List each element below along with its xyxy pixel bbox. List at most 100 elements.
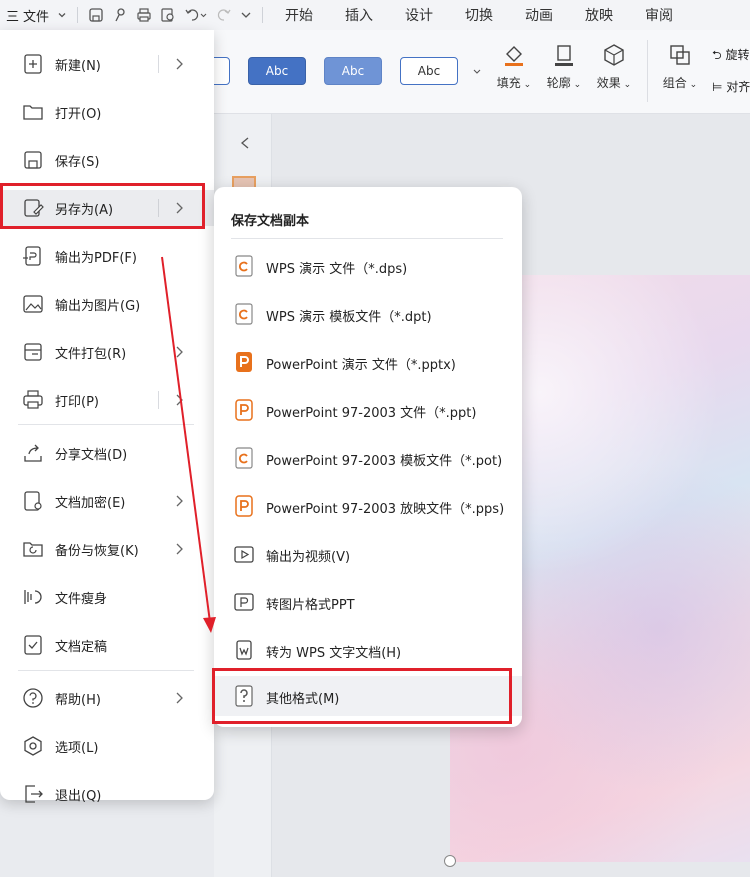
chevron-down-icon[interactable] xyxy=(473,68,481,76)
submenu-title: 保存文档副本 xyxy=(231,214,310,229)
menu-item-label: 帮助(H) xyxy=(55,692,101,708)
menu-item-options[interactable]: 选项(L) xyxy=(0,728,214,764)
submenu-item-label: WPS 演示 文件（*.dps) xyxy=(266,262,408,277)
outline-icon xyxy=(555,45,573,66)
menu-item-open[interactable]: 打开(O) xyxy=(0,94,214,130)
highlight-other-formats xyxy=(212,668,512,724)
menu-item-label: 文档定稿 xyxy=(55,639,108,655)
shape-style-option[interactable]: Abc xyxy=(324,57,382,85)
encrypt-icon xyxy=(24,491,42,511)
tab-transition[interactable]: 切换 xyxy=(449,5,509,25)
group-button[interactable]: 组合 ⌄ xyxy=(656,42,704,91)
submenu-item-label: PowerPoint 97-2003 文件（*.ppt) xyxy=(266,406,477,421)
chevron-right-icon xyxy=(176,692,183,704)
menu-item-help[interactable]: 帮助(H) xyxy=(0,680,214,716)
package-icon xyxy=(24,343,42,361)
outline-label: 轮廓 xyxy=(546,76,571,90)
menu-item-share[interactable]: 分享文档(D) xyxy=(0,435,214,471)
export-image-icon xyxy=(23,295,43,313)
save-as-ppt[interactable]: PowerPoint 97-2003 文件（*.ppt) xyxy=(214,390,522,430)
menu-item-finalize[interactable]: 文档定稿 xyxy=(0,627,214,663)
chevron-right-icon xyxy=(176,394,183,406)
pot-icon xyxy=(235,447,253,469)
share-icon xyxy=(24,444,42,462)
print-quick-button[interactable] xyxy=(132,0,156,30)
collapse-pane-icon[interactable] xyxy=(240,136,250,150)
menu-item-label: 退出(Q) xyxy=(55,788,102,804)
save-icon xyxy=(24,151,42,169)
save-as-pot[interactable]: PowerPoint 97-2003 模板文件（*.pot) xyxy=(214,438,522,478)
menu-item-save[interactable]: 保存(S) xyxy=(0,142,214,178)
submenu-item-label: PowerPoint 97-2003 放映文件（*.pps) xyxy=(266,502,505,517)
chevron-right-icon xyxy=(176,495,183,507)
format-painter-button[interactable] xyxy=(108,0,132,30)
save-as-pps[interactable]: PowerPoint 97-2003 放映文件（*.pps) xyxy=(214,486,522,526)
menu-item-label: 新建(N) xyxy=(55,58,101,74)
help-icon xyxy=(23,688,43,708)
menu-item-exit[interactable]: 退出(Q) xyxy=(0,776,214,812)
new-file-icon xyxy=(24,54,42,74)
save-quick-button[interactable] xyxy=(84,0,108,30)
print-icon xyxy=(137,8,151,22)
align-button[interactable]: ⊨ 对齐 xyxy=(712,78,750,95)
menu-item-label: 打印(P) xyxy=(55,394,99,410)
menu-item-new[interactable]: 新建(N) xyxy=(0,46,214,82)
folder-open-icon xyxy=(23,105,43,120)
ppt-icon xyxy=(235,399,253,421)
shape-style-option[interactable]: Abc xyxy=(400,57,458,85)
save-as-dpt[interactable]: WPS 演示 模板文件（*.dpt) xyxy=(214,294,522,334)
undo-icon xyxy=(185,9,207,21)
menu-item-export-image[interactable]: 输出为图片(G) xyxy=(0,286,214,322)
save-as-dps[interactable]: WPS 演示 文件（*.dps) xyxy=(214,246,522,286)
tab-design[interactable]: 设计 xyxy=(389,5,449,25)
effect-button[interactable]: 效果 ⌄ xyxy=(590,42,638,91)
shape-style-option[interactable]: Abc xyxy=(248,57,306,85)
effect-label: 效果 xyxy=(596,76,621,90)
fill-button[interactable]: 填充 ⌄ xyxy=(490,42,538,91)
convert-image-ppt[interactable]: 转图片格式PPT xyxy=(214,582,522,622)
print-preview-button[interactable] xyxy=(156,0,180,30)
to-wps-doc-icon xyxy=(236,640,252,660)
submenu-item-label: 转为 WPS 文字文档(H) xyxy=(266,646,402,661)
chevron-down-icon xyxy=(241,12,251,18)
export-video[interactable]: 输出为视频(V) xyxy=(214,534,522,574)
ribbon-panel: Abc Abc Abc 填充 ⌄ 轮廓 ⌄ 效果 ⌄ 组合 ⌄ ⮌ 旋转 ⊨ 对… xyxy=(190,30,750,114)
slim-icon xyxy=(24,590,42,604)
export-pdf-icon xyxy=(23,246,41,266)
save-as-submenu: 保存文档副本 WPS 演示 文件（*.dps) WPS 演示 模板文件（*.dp… xyxy=(214,187,522,727)
tab-slideshow[interactable]: 放映 xyxy=(569,5,629,25)
menu-item-label: 备份与恢复(K) xyxy=(55,543,139,559)
convert-wps-doc[interactable]: 转为 WPS 文字文档(H) xyxy=(214,630,522,670)
menu-item-export-pdf[interactable]: 输出为PDF(F) xyxy=(0,238,214,274)
wps-dpt-icon xyxy=(235,303,253,325)
resize-handle[interactable] xyxy=(444,855,456,867)
menu-item-label: 输出为图片(G) xyxy=(55,298,141,314)
menu-item-print[interactable]: 打印(P) xyxy=(0,382,214,418)
submenu-item-label: 输出为视频(V) xyxy=(266,550,351,565)
save-as-pptx[interactable]: PowerPoint 演示 文件（*.pptx) xyxy=(214,342,522,382)
menu-item-package[interactable]: 文件打包(R) xyxy=(0,334,214,370)
menu-item-label: 分享文档(D) xyxy=(55,447,128,463)
redo-button[interactable] xyxy=(212,0,236,30)
fill-bucket-icon xyxy=(505,46,523,66)
outline-button[interactable]: 轮廓 ⌄ xyxy=(540,42,588,91)
menu-item-label: 文档加密(E) xyxy=(55,495,126,511)
undo-button[interactable] xyxy=(180,0,212,30)
more-quick-button[interactable] xyxy=(236,0,256,30)
tab-insert[interactable]: 插入 xyxy=(329,5,389,25)
menu-item-slim[interactable]: 文件瘦身 xyxy=(0,579,214,615)
tab-animation[interactable]: 动画 xyxy=(509,5,569,25)
tab-home[interactable]: 开始 xyxy=(269,5,329,25)
rotate-button[interactable]: ⮌ 旋转 xyxy=(712,46,749,67)
finalize-icon xyxy=(24,635,42,655)
title-toolbar: 三 文件 开始 插入 设计 切换 动画 放映 审阅 xyxy=(0,0,750,30)
menu-item-backup[interactable]: 备份与恢复(K) xyxy=(0,531,214,567)
submenu-item-label: 转图片格式PPT xyxy=(266,598,355,613)
tab-review[interactable]: 审阅 xyxy=(629,5,689,25)
menu-item-encrypt[interactable]: 文档加密(E) xyxy=(0,483,214,519)
submenu-item-label: WPS 演示 模板文件（*.dpt) xyxy=(266,310,432,325)
file-menu-button[interactable]: 三 文件 xyxy=(2,0,71,30)
chevron-right-icon xyxy=(176,58,183,70)
format-painter-icon xyxy=(115,8,125,22)
group-icon xyxy=(670,45,690,65)
